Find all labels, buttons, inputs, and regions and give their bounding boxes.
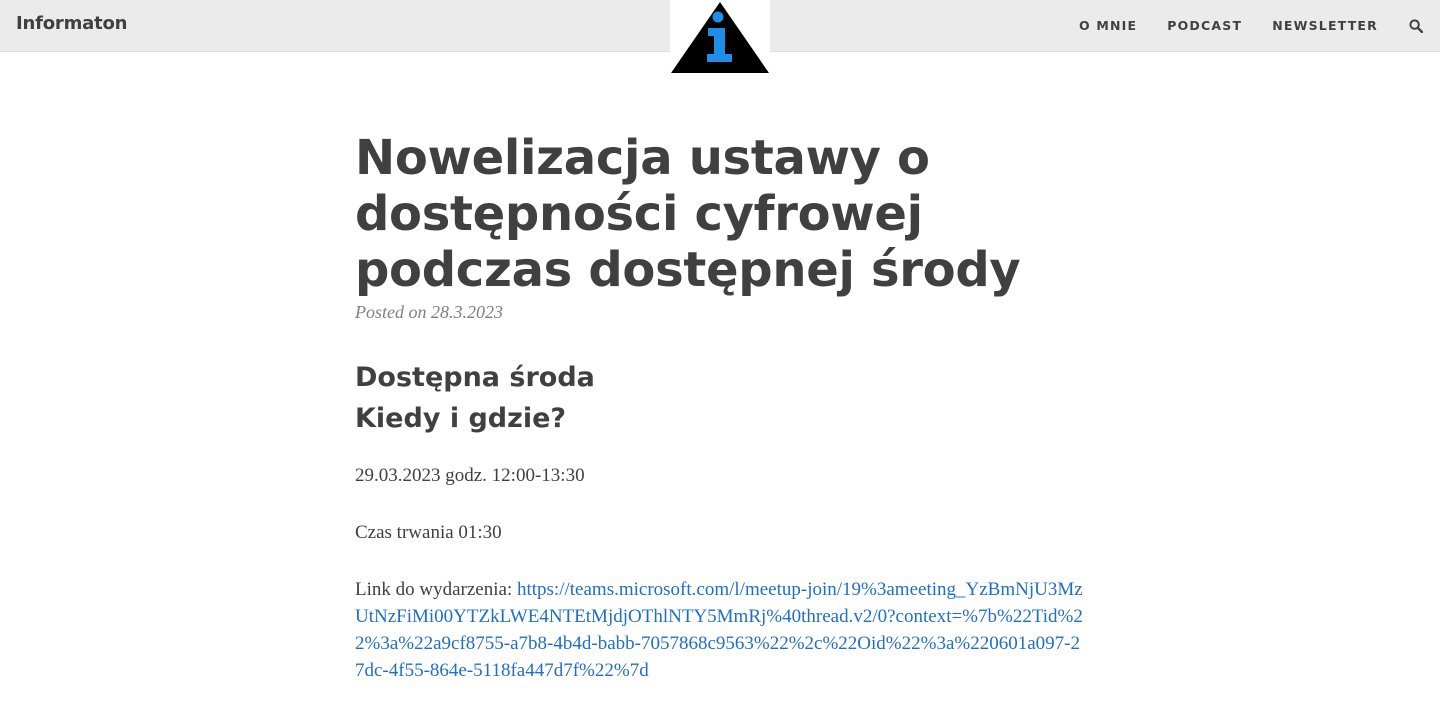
nav-item-newsletter[interactable]: NEWSLETTER	[1272, 18, 1378, 33]
post-meta-date: Posted on 28.3.2023	[355, 302, 503, 322]
section-heading: Dostępna środa Kiedy i gdzie?	[355, 357, 1085, 439]
main-nav: O MNIE PODCAST NEWSLETTER	[1079, 0, 1440, 51]
event-duration: Czas trwania 01:30	[355, 522, 502, 543]
nav-item-podcast[interactable]: PODCAST	[1167, 18, 1242, 33]
nav-item-o-mnie[interactable]: O MNIE	[1079, 18, 1137, 33]
search-icon[interactable]	[1408, 18, 1424, 34]
post-title: Nowelizacja ustawy o dostępności cyfrowe…	[355, 130, 1021, 298]
info-triangle-icon	[671, 2, 769, 73]
site-logo[interactable]	[670, 0, 770, 74]
event-link-paragraph: Link do wydarzenia: https://teams.micros…	[355, 576, 1085, 684]
section-heading-line1: Dostępna środa	[355, 362, 595, 393]
post-article: Nowelizacja ustawy o dostępności cyfrowe…	[355, 130, 1085, 684]
site-title-link[interactable]: Informaton	[16, 13, 127, 34]
section-heading-line2: Kiedy i gdzie?	[355, 403, 567, 434]
event-link-label: Link do wydarzenia:	[355, 579, 517, 600]
event-date-time: 29.03.2023 godz. 12:00-13:30	[355, 465, 585, 486]
